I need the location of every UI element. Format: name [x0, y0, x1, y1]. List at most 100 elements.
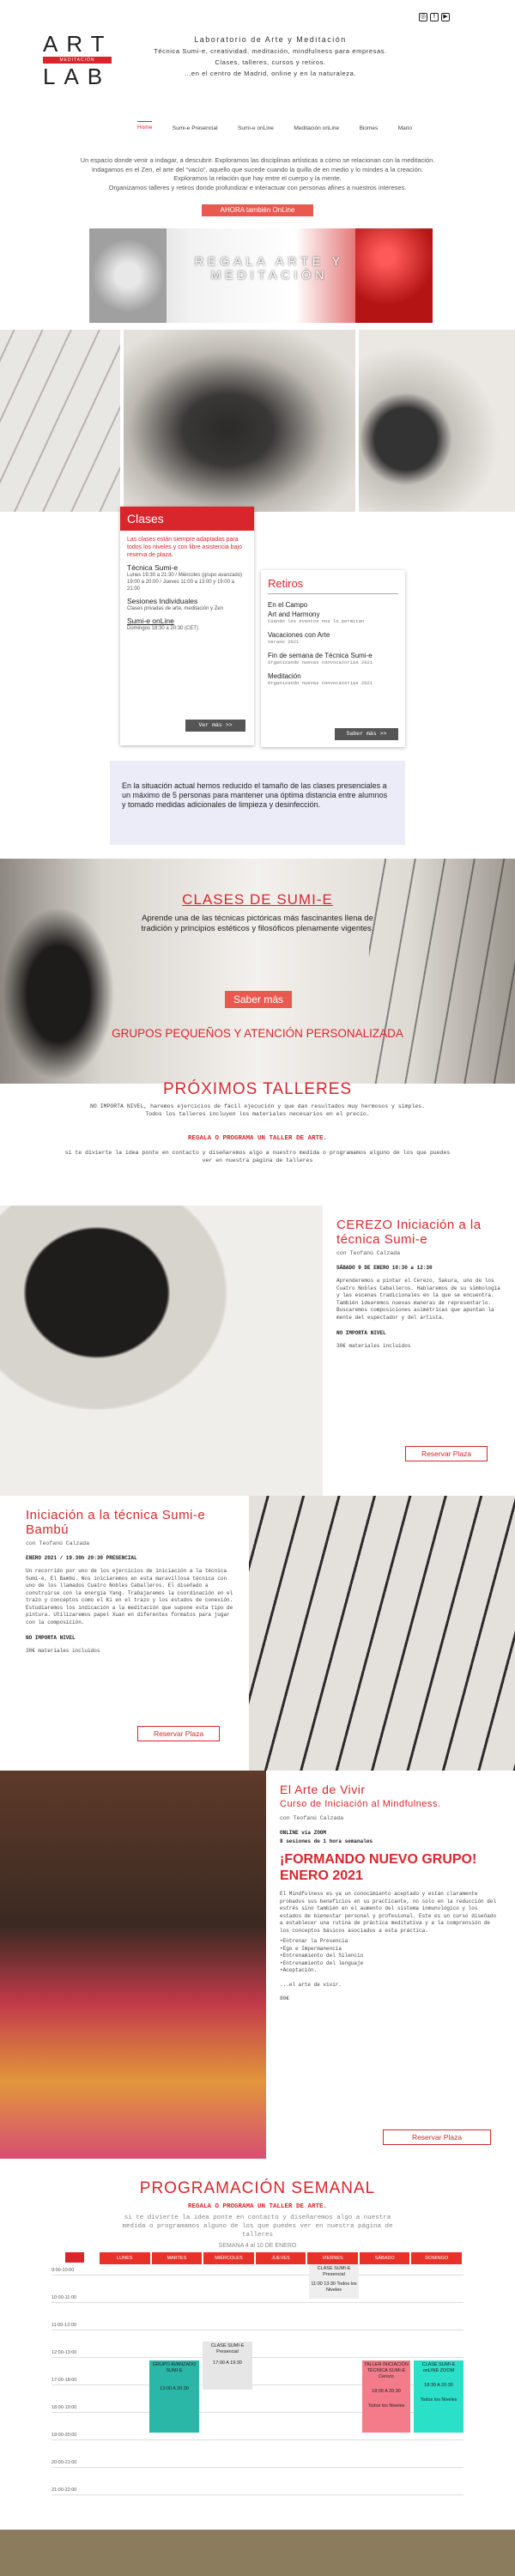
- retiro-detail: Organizando nuevas convocatorias 2021: [268, 659, 373, 665]
- retiro-detail: Organizando nuevas convocatorias 2021: [268, 680, 373, 686]
- workshop-bambu-image: [249, 1496, 515, 1771]
- list-item: •Entrenamiento del Silencio: [280, 1953, 364, 1959]
- logo-bottom-text: LAB: [43, 64, 112, 89]
- weekly-schedule: SEMANA 4 al 10 DE ENERO LUNES MARTES MIÉ…: [52, 2243, 464, 2513]
- clase-title[interactable]: Técnica Sumi-e: [127, 564, 247, 572]
- nav-sumie-presencial[interactable]: Sumi-e Presencial: [173, 125, 218, 131]
- schedule-slot[interactable]: GRUPO AVANZADO SUMI-E 13:00 A 20:30: [149, 2360, 199, 2433]
- intro-line-1: Un espacio donde venir a indagar, a desc…: [80, 156, 435, 164]
- nav-mario[interactable]: Mario: [398, 125, 412, 131]
- day-header: LUNES: [100, 2252, 150, 2264]
- retiro-detail: Cuando los eventos nos lo permitan: [268, 618, 365, 624]
- schedule-slot[interactable]: CLASE SUMI-E onLINE ZOOM 18:30 A 20:30 T…: [414, 2360, 464, 2433]
- clase-detail: Lunes 19:30 a 21:30 / Miércoles (grupo a…: [127, 573, 243, 592]
- list-item: •Ego e Impermanencia: [280, 1945, 342, 1952]
- online-button[interactable]: AHORA también OnLine: [202, 204, 313, 216]
- logo-top-text: ART: [43, 31, 113, 57]
- workshop-cerezo: CEREZO Iniciación a la técnica Sumi-e co…: [323, 1206, 515, 1496]
- workshop-title: CEREZO Iniciación a la técnica Sumi-e: [336, 1218, 482, 1247]
- workshop-materials: 38€ materiales incluidos: [26, 1648, 100, 1654]
- slot-text: CLASE SUMI-E Presencial: [210, 2343, 245, 2354]
- time-label: 10:00-11:00: [52, 2295, 76, 2300]
- retiro-title[interactable]: Art and Harmony: [268, 611, 398, 618]
- workshop-level: NO IMPORTA NIVEL: [336, 1330, 386, 1336]
- clase-title[interactable]: Sumi-e onLine: [127, 617, 247, 625]
- gift-title-line-1: REGALA ARTE Y: [194, 254, 345, 268]
- schedule-slot[interactable]: CLASE SUMI-E Presencial 17:00 A 19:30: [203, 2342, 252, 2390]
- slot-text: 17:00 A 19:30: [213, 2360, 242, 2366]
- sumie-text: Aprende una de las técnicas pictóricas m…: [141, 914, 374, 933]
- intro-text: Un espacio donde venir a indagar, a desc…: [52, 156, 464, 192]
- time-label: 11:00-12:00: [52, 2323, 76, 2328]
- programacion-text: si te divierte la idea ponte en contacto…: [122, 2215, 393, 2239]
- day-header: MARTES: [151, 2252, 203, 2264]
- retiro-title[interactable]: Fin de semana de Técnica Sumi-e: [268, 652, 398, 659]
- workshop-highlight: ¡FORMANDO NUEVO GRUPO! ENERO 2021: [280, 1852, 477, 1883]
- programacion-regala: REGALA O PROGRAMA UN TALLER DE ARTE.: [187, 2203, 328, 2210]
- schedule-slot[interactable]: TALLER INICIACIÓN TÉCNICA SUMI-E Cerezo …: [362, 2360, 410, 2433]
- slot-text: 13:00 A 20:30: [160, 2386, 189, 2391]
- time-label: 19:00-20:00: [52, 2433, 77, 2438]
- workshop-date: ONLINE vía ZOOM: [280, 1830, 327, 1836]
- list-item: •Aceptación.: [280, 1967, 318, 1973]
- tagline-line-3: ...en el centro de Madrid, online y en l…: [184, 70, 357, 77]
- workshop-topic-list: •Entrenar la Presencia •Ego e Impermanen…: [280, 1938, 501, 1975]
- time-label: 12:00-13:00: [52, 2350, 77, 2355]
- workshop-subtitle: Curso de Iniciación al Mindfulness.: [280, 1799, 441, 1809]
- sumie-title[interactable]: CLASES DE SUMI-E: [129, 891, 386, 908]
- site-tagline: Laboratorio de Arte y Meditación Técnica…: [129, 34, 412, 79]
- site-logo[interactable]: ART MEDITACIÓN LAB: [43, 31, 113, 89]
- retiro-title: En el Campo: [268, 601, 308, 609]
- youtube-icon[interactable]: ▶: [441, 13, 450, 21]
- photo-bamboo-painting: [0, 330, 120, 512]
- nav-home[interactable]: Home: [137, 121, 153, 131]
- time-label: 9:00-10:00: [52, 2268, 75, 2273]
- footer: [0, 2530, 515, 2576]
- covid-notice: En la situación actual hemos reducido el…: [110, 761, 405, 845]
- sumie-more-button[interactable]: Saber más: [225, 991, 292, 1008]
- workshop-sessions: 8 sesiones de 1 hora semanales: [280, 1838, 373, 1844]
- workshop-cerezo-image: [0, 1206, 323, 1496]
- reserve-button[interactable]: Reservar Plaza: [405, 1446, 488, 1461]
- proximos-text-1: NO IMPORTA NIVEL, haremos ejercicios de …: [89, 1103, 426, 1109]
- workshop-body: El Mindfulness es ya un conocimiento ace…: [280, 1891, 497, 1934]
- workshop-level: NO IMPORTA NIVEL: [26, 1635, 76, 1641]
- clases-notice: Las clases están siempre adaptadas para …: [127, 537, 242, 558]
- workshop-body: Un recorrido por uno de los ejercicios d…: [26, 1568, 233, 1625]
- nav-biomes[interactable]: Biomes: [360, 125, 379, 131]
- retiro-title[interactable]: Vacaciones con Arte: [268, 631, 398, 639]
- retiro-detail: Verano 2021: [268, 639, 300, 645]
- gift-title-line-2: MEDITACIÓN: [210, 268, 329, 282]
- clase-title[interactable]: Sesiones Individuales: [127, 598, 247, 605]
- photo-sumie-painting: [359, 330, 515, 512]
- nav-sumie-online[interactable]: Sumi-e onLine: [238, 125, 274, 131]
- nav-meditacion-online[interactable]: Meditación onLine: [294, 125, 339, 131]
- proximos-text-3: si te divierte la idea ponte en contacto…: [64, 1150, 451, 1163]
- proximos-text-2: Todos los talleres incluyen los material…: [145, 1111, 370, 1117]
- time-label: 18:00-19:00: [52, 2405, 77, 2410]
- workshop-mindfulness-image: [0, 1771, 266, 2159]
- workshop-date: SÁBADO 9 DE ENERO 10:30 a 12:30: [336, 1265, 433, 1271]
- reserve-button[interactable]: Reservar Plaza: [383, 2129, 491, 2145]
- clases-card: Clases Las clases están siempre adaptada…: [120, 507, 254, 745]
- schedule-slot[interactable]: CLASE SUMI-E Presencial 11:00 13:30 Todo…: [309, 2264, 359, 2299]
- gift-banner[interactable]: REGALA ARTE Y MEDITACIÓN: [89, 228, 433, 323]
- day-header: JUEVES: [255, 2252, 306, 2264]
- day-header: VIERNES: [307, 2252, 358, 2264]
- instagram-icon[interactable]: ◎: [419, 13, 427, 21]
- workshop-bambu: Iniciación a la técnica Sumi-e Bambú con…: [0, 1496, 249, 1771]
- sumie-inkstone-image: [0, 859, 146, 1084]
- workshop-title: El Arte de Vivir: [280, 1783, 366, 1796]
- proximos-regala: REGALA O PROGRAMA UN TALLER DE ARTE.: [187, 1135, 328, 1142]
- workshop-by: con Teofanú Calzada: [26, 1540, 90, 1546]
- list-item: •Entrenamiento del lenguaje: [280, 1959, 364, 1966]
- retiro-title[interactable]: Meditación: [268, 672, 398, 680]
- site-title: Laboratorio de Arte y Meditación: [194, 35, 347, 44]
- sumie-bamboo-image: [369, 859, 515, 1084]
- reserve-button[interactable]: Reservar Plaza: [137, 1726, 220, 1741]
- main-nav: Home Sumi-e Presencial Sumi-e onLine Med…: [137, 121, 412, 131]
- retiros-more-button[interactable]: Saber más >>: [335, 728, 398, 740]
- clases-more-button[interactable]: Ver más >>: [185, 720, 245, 732]
- facebook-icon[interactable]: f: [430, 13, 439, 21]
- workshop-by: con Teofanú Calzada: [336, 1250, 401, 1256]
